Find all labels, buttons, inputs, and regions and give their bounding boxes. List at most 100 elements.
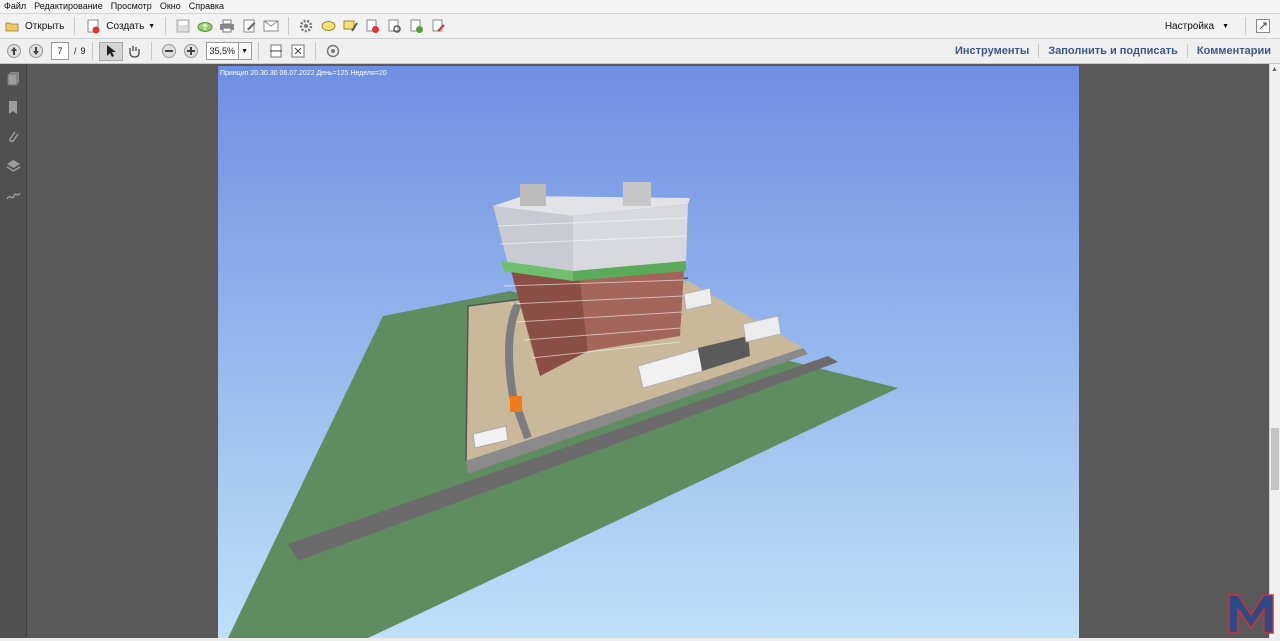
arrow-down-icon bbox=[28, 43, 44, 59]
tools-link[interactable]: Инструменты bbox=[946, 44, 1038, 58]
open-button[interactable]: Открыть bbox=[0, 16, 68, 36]
expand-button[interactable] bbox=[1252, 16, 1274, 36]
select-tool-button[interactable] bbox=[98, 41, 123, 61]
expand-icon bbox=[1255, 18, 1271, 34]
previous-page-button[interactable] bbox=[3, 41, 25, 61]
bookmarks-panel-button[interactable] bbox=[0, 93, 26, 122]
zoom-level-input[interactable]: 35,5% bbox=[205, 42, 239, 60]
toolbar-divider bbox=[1245, 17, 1246, 35]
delete-button[interactable] bbox=[361, 16, 383, 36]
scroll-up-icon[interactable]: ▲ bbox=[1271, 66, 1278, 73]
page-number-input[interactable]: 7 bbox=[51, 42, 69, 60]
email-button[interactable] bbox=[260, 16, 282, 36]
document-page[interactable]: Принцип 20.30.30 06.07.2022 День=125 Нед… bbox=[218, 66, 1079, 638]
create-pdf-icon bbox=[85, 18, 101, 34]
layers-panel-button[interactable] bbox=[0, 151, 26, 180]
printer-icon bbox=[219, 18, 235, 34]
settings-label: Настройка bbox=[1164, 20, 1215, 32]
sign-button[interactable] bbox=[427, 16, 449, 36]
cloud-upload-button[interactable] bbox=[194, 16, 216, 36]
render-overlay-text: Принцип 20.30.30 06.07.2022 День=125 Нед… bbox=[220, 70, 387, 77]
export-button[interactable] bbox=[405, 16, 427, 36]
next-page-button[interactable] bbox=[25, 41, 47, 61]
fit-page-button[interactable] bbox=[287, 41, 309, 61]
gear-icon bbox=[298, 18, 314, 34]
print-button[interactable] bbox=[216, 16, 238, 36]
hand-icon bbox=[126, 43, 142, 59]
toolbar-divider bbox=[314, 42, 316, 60]
toolbar-divider bbox=[150, 42, 152, 60]
read-mode-button[interactable] bbox=[322, 41, 344, 61]
menu-view[interactable]: Просмотр bbox=[107, 0, 156, 13]
fill-sign-link[interactable]: Заполнить и подписать bbox=[1038, 44, 1187, 58]
page-separator: / bbox=[74, 46, 77, 56]
menu-window[interactable]: Окно bbox=[156, 0, 185, 13]
create-label: Создать bbox=[106, 20, 145, 32]
orange-truck bbox=[510, 396, 522, 412]
main-toolbar: Открыть Создать ▼ Настройка ▼ bbox=[0, 14, 1280, 39]
paperclip-icon bbox=[5, 129, 21, 145]
toolbar-divider bbox=[288, 17, 290, 35]
folder-icon bbox=[4, 18, 20, 34]
fit-width-icon bbox=[268, 43, 284, 59]
pencil-page-icon bbox=[241, 18, 257, 34]
envelope-icon bbox=[263, 18, 279, 34]
bookmark-icon bbox=[5, 100, 21, 116]
chevron-down-icon: ▼ bbox=[241, 47, 248, 55]
zoom-out-button[interactable] bbox=[158, 41, 180, 61]
comment-button[interactable] bbox=[317, 16, 339, 36]
toolbar-divider bbox=[165, 17, 167, 35]
hand-tool-button[interactable] bbox=[123, 41, 145, 61]
logo-watermark bbox=[1228, 594, 1274, 634]
menu-help[interactable]: Справка bbox=[185, 0, 228, 13]
attachments-panel-button[interactable] bbox=[0, 122, 26, 151]
signature-icon bbox=[5, 187, 21, 203]
zoom-dropdown-button[interactable]: ▼ bbox=[238, 42, 252, 60]
roof-structure bbox=[623, 182, 651, 206]
layers-icon bbox=[5, 158, 21, 174]
highlight-button[interactable] bbox=[339, 16, 361, 36]
minus-circle-icon bbox=[161, 43, 177, 59]
settings-button[interactable] bbox=[295, 16, 317, 36]
scrollbar-thumb[interactable] bbox=[1271, 428, 1279, 490]
toolbar-divider bbox=[91, 42, 93, 60]
create-button[interactable]: Создать ▼ bbox=[81, 16, 159, 36]
save-button[interactable] bbox=[172, 16, 194, 36]
toolbar-divider bbox=[257, 42, 259, 60]
chevron-down-icon: ▼ bbox=[148, 22, 156, 30]
cloud-icon bbox=[197, 18, 213, 34]
settings-dropdown[interactable]: Настройка ▼ bbox=[1165, 21, 1229, 32]
pages-panel-button[interactable] bbox=[0, 64, 26, 93]
panel-links: Инструменты Заполнить и подписать Коммен… bbox=[946, 39, 1280, 63]
delete-page-icon bbox=[364, 18, 380, 34]
navigation-toolbar: 7 / 9 35,5% ▼ Инструменты Заполнить и по… bbox=[0, 39, 1280, 64]
navigation-sidebar bbox=[0, 64, 27, 638]
chevron-down-icon: ▼ bbox=[1222, 22, 1229, 30]
speech-bubble-icon bbox=[320, 18, 336, 34]
sign-page-icon bbox=[430, 18, 446, 34]
roof-structure bbox=[520, 184, 546, 206]
zoom-in-button[interactable] bbox=[180, 41, 202, 61]
arrow-up-icon bbox=[6, 43, 22, 59]
fit-page-icon bbox=[290, 43, 306, 59]
plus-circle-icon bbox=[183, 43, 199, 59]
menu-file[interactable]: Файл bbox=[0, 0, 30, 13]
cursor-icon bbox=[103, 43, 119, 59]
toolbar-divider bbox=[74, 17, 76, 35]
construction-site-model-render: Принцип 20.30.30 06.07.2022 День=125 Нед… bbox=[218, 66, 1079, 638]
pages-icon bbox=[5, 71, 21, 87]
edit-button[interactable] bbox=[238, 16, 260, 36]
export-page-icon bbox=[408, 18, 424, 34]
rotate-icon bbox=[325, 43, 341, 59]
vertical-scrollbar[interactable]: ▲ bbox=[1269, 64, 1280, 638]
search-page-button[interactable] bbox=[383, 16, 405, 36]
signatures-panel-button[interactable] bbox=[0, 180, 26, 209]
total-pages: 9 bbox=[80, 46, 86, 56]
fit-width-button[interactable] bbox=[265, 41, 287, 61]
menu-bar: Файл Редактирование Просмотр Окно Справк… bbox=[0, 0, 1280, 14]
menu-edit[interactable]: Редактирование bbox=[30, 0, 107, 13]
open-label: Открыть bbox=[25, 20, 65, 32]
comments-link[interactable]: Комментарии bbox=[1186, 44, 1280, 58]
highlighter-icon bbox=[342, 18, 358, 34]
save-icon bbox=[175, 18, 191, 34]
